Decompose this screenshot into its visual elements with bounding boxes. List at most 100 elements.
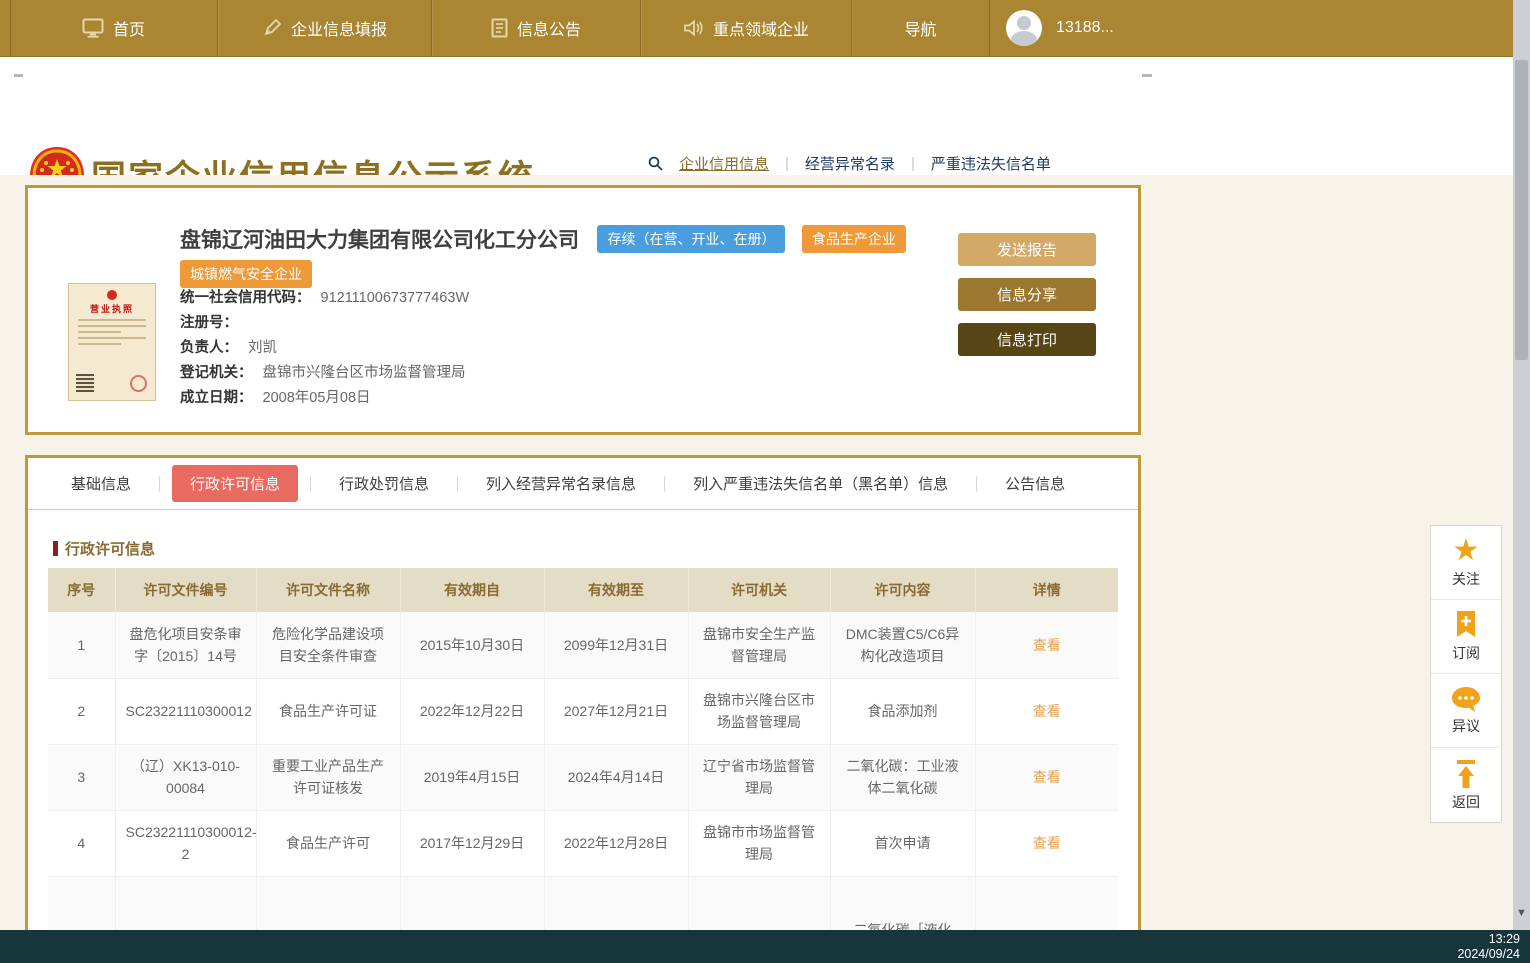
follow-button[interactable]: ★ 关注 xyxy=(1431,526,1501,600)
table-cell: 2022年12月28日 xyxy=(544,810,688,876)
view-detail-link[interactable]: 查看 xyxy=(1033,703,1061,719)
table-cell: 重要工业产品生产许可证核发 xyxy=(256,744,400,810)
column-header: 有效期自 xyxy=(400,568,544,612)
widget-label: 关注 xyxy=(1452,569,1480,589)
separator xyxy=(457,476,458,492)
table-cell: 危险化学品建设项目安全条件审查 xyxy=(256,612,400,678)
scrollbar-down-arrow-icon[interactable]: ▼ xyxy=(1513,903,1530,923)
user-name: 13188... xyxy=(1056,19,1114,37)
tab-administrative-penalty[interactable]: 行政处罚信息 xyxy=(323,465,445,502)
table-row: 1盘危化项目安条审字〔2015〕14号危险化学品建设项目安全条件审查2015年1… xyxy=(48,612,1118,678)
company-fields: 统一社会信用代码：91211100673777463W 注册号： 负责人：刘凯 … xyxy=(180,290,469,415)
objection-button[interactable]: 异议 xyxy=(1431,674,1501,748)
view-detail-link[interactable]: 查看 xyxy=(1033,637,1061,653)
nav-item-home[interactable]: 首页 xyxy=(10,0,218,56)
nav-item-enterprise-filing[interactable]: 企业信息填报 xyxy=(218,0,432,56)
table-cell: 查看 xyxy=(975,810,1118,876)
table-cell: 查看 xyxy=(975,612,1118,678)
table-cell: 盘锦市兴隆台区市场监督管理局 xyxy=(688,678,830,744)
speaker-icon xyxy=(683,18,704,38)
table-row: 2SC23221110300012食品生产许可证2022年12月22日2027年… xyxy=(48,678,1118,744)
table-row: 4SC23221110300012-2食品生产许可2017年12月29日2022… xyxy=(48,810,1118,876)
table-row: 3（辽）XK13-010-00084重要工业产品生产许可证核发2019年4月15… xyxy=(48,744,1118,810)
table-cell: 2015年10月30日 xyxy=(400,612,544,678)
table-cell: 2027年12月21日 xyxy=(544,678,688,744)
monitor-icon xyxy=(82,18,104,38)
comment-icon xyxy=(1451,686,1481,713)
table-cell: 2022年12月22日 xyxy=(400,678,544,744)
tab-administrative-licensing[interactable]: 行政许可信息 xyxy=(172,465,298,502)
nav-item-label: 导航 xyxy=(904,16,936,40)
table-cell: 2 xyxy=(48,678,115,744)
view-detail-link[interactable]: 查看 xyxy=(1033,835,1061,851)
info-share-button[interactable]: 信息分享 xyxy=(958,278,1096,311)
separator xyxy=(976,476,977,492)
nav-item-label: 企业信息填报 xyxy=(291,16,387,40)
column-header: 序号 xyxy=(48,568,115,612)
widget-label: 返回 xyxy=(1452,792,1480,812)
field-value: 91211100673777463W xyxy=(321,290,470,306)
floating-action-widget: ★ 关注 订阅 异议 返回 xyxy=(1430,525,1502,823)
collapsed-marker xyxy=(14,74,23,77)
send-report-button[interactable]: 发送报告 xyxy=(958,233,1096,266)
search-tab-enterprise-credit[interactable]: 企业信用信息 xyxy=(673,153,775,174)
nav-item-label: 首页 xyxy=(113,16,145,40)
business-license-thumbnail[interactable]: 营业执照 xyxy=(68,283,156,401)
table-cell: 食品生产许可 xyxy=(256,810,400,876)
table-cell: DMC装置C5/C6异构化改造项目 xyxy=(830,612,975,678)
info-tab-strip: 基础信息 行政许可信息 行政处罚信息 列入经营异常名录信息 列入严重违法失信名单… xyxy=(28,458,1138,510)
license-text-line xyxy=(78,343,121,345)
license-text-line xyxy=(78,337,146,339)
table-cell: SC23221110300012 xyxy=(115,678,256,744)
taskbar-clock[interactable]: 13:29 2024/09/24 xyxy=(1457,932,1520,962)
column-header: 许可文件编号 xyxy=(115,568,256,612)
separator xyxy=(159,476,160,492)
tab-serious-violations-blacklist[interactable]: 列入严重违法失信名单（黑名单）信息 xyxy=(677,465,964,502)
table-cell: 盘危化项目安条审字〔2015〕14号 xyxy=(115,612,256,678)
nav-item-announcements[interactable]: 信息公告 xyxy=(432,0,641,56)
table-cell: SC23221110300012-2 xyxy=(115,810,256,876)
taskbar-time: 13:29 xyxy=(1457,932,1520,947)
back-top-icon xyxy=(1452,759,1480,789)
column-header: 有效期至 xyxy=(544,568,688,612)
section-title-bar xyxy=(53,541,58,556)
table-cell: 盘锦市市场监督管理局 xyxy=(688,810,830,876)
company-tag: 城镇燃气安全企业 xyxy=(180,260,312,288)
search-category-tabs: 企业信用信息 | 经营异常名录 | 严重违法失信名单 xyxy=(648,153,1057,174)
bulletin-icon xyxy=(491,18,508,38)
license-emblem-icon xyxy=(107,290,117,300)
field-label: 负责人： xyxy=(180,340,238,356)
table-cell xyxy=(400,876,544,933)
back-to-top-button[interactable]: 返回 xyxy=(1431,748,1501,822)
view-detail-link[interactable]: 查看 xyxy=(1033,769,1061,785)
field-label: 统一社会信用代码： xyxy=(180,290,311,306)
separator xyxy=(664,476,665,492)
taskbar-date: 2024/09/24 xyxy=(1457,947,1520,962)
widget-label: 异议 xyxy=(1452,716,1480,736)
table-row: 非煤矿矿山企业二氧化碳［液化的］；甲基叔丁基 xyxy=(48,876,1118,933)
table-cell: 食品生产许可证 xyxy=(256,678,400,744)
tab-abnormal-operations-list[interactable]: 列入经营异常名录信息 xyxy=(470,465,652,502)
subscribe-icon xyxy=(1453,610,1479,640)
license-title: 营业执照 xyxy=(76,302,148,315)
search-tab-serious-violations[interactable]: 严重违法失信名单 xyxy=(925,153,1057,174)
table-cell: 二氧化碳［液化的］；甲基叔丁基 xyxy=(830,876,975,933)
tab-basic-info[interactable]: 基础信息 xyxy=(55,465,147,502)
search-tab-abnormal-operations[interactable]: 经营异常名录 xyxy=(799,153,901,174)
company-info-card: 基础信息 行政许可信息 行政处罚信息 列入经营异常名录信息 列入严重违法失信名单… xyxy=(25,455,1141,933)
site-header: 国家企业信用信息公示系统 National Enterprise Credit … xyxy=(0,57,1513,175)
scrollbar-thumb[interactable] xyxy=(1515,60,1528,360)
section-title: 行政许可信息 xyxy=(53,538,155,559)
info-print-button[interactable]: 信息打印 xyxy=(958,323,1096,356)
column-header: 许可内容 xyxy=(830,568,975,612)
table-cell: 食品添加剂 xyxy=(830,678,975,744)
table-cell: 1 xyxy=(48,612,115,678)
nav-item-key-enterprises[interactable]: 重点领域企业 xyxy=(641,0,852,56)
widget-label: 订阅 xyxy=(1452,643,1480,663)
table-cell: 2099年12月31日 xyxy=(544,612,688,678)
nav-item-guide[interactable]: 导航 xyxy=(852,0,990,56)
tab-announcement-info[interactable]: 公告信息 xyxy=(989,465,1081,502)
subscribe-button[interactable]: 订阅 xyxy=(1431,600,1501,674)
user-account[interactable]: 13188... xyxy=(990,0,1114,56)
table-cell: 2019年4月15日 xyxy=(400,744,544,810)
